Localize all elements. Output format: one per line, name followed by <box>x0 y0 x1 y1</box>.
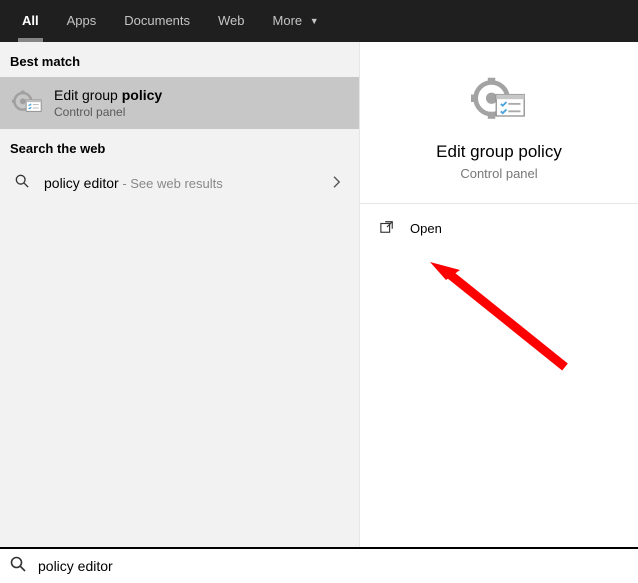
tab-all[interactable]: All <box>8 0 53 42</box>
detail-panel: Edit group policy Control panel Open <box>360 42 638 547</box>
search-web-header: Search the web <box>0 129 359 164</box>
search-bar <box>0 547 638 583</box>
tab-more-label: More <box>273 13 303 28</box>
filter-tabs: All Apps Documents Web More ▼ <box>0 0 638 42</box>
search-icon <box>12 174 32 191</box>
open-icon <box>380 220 396 236</box>
detail-subtitle: Control panel <box>360 166 638 181</box>
best-match-header: Best match <box>0 42 359 77</box>
search-icon <box>10 556 26 577</box>
action-open-label: Open <box>410 221 442 236</box>
detail-title: Edit group policy <box>360 142 638 162</box>
group-policy-icon <box>12 88 42 118</box>
tab-documents[interactable]: Documents <box>110 0 204 42</box>
search-input[interactable] <box>26 558 628 574</box>
tab-web[interactable]: Web <box>204 0 259 42</box>
action-open[interactable]: Open <box>360 204 638 252</box>
tab-more[interactable]: More ▼ <box>259 0 333 42</box>
tab-apps[interactable]: Apps <box>53 0 111 42</box>
chevron-down-icon: ▼ <box>310 0 319 42</box>
result-edit-group-policy[interactable]: Edit group policy Control panel <box>0 77 359 129</box>
result-title: Edit group policy <box>54 87 162 103</box>
result-subtitle: Control panel <box>54 105 162 119</box>
results-panel: Best match <box>0 42 360 547</box>
chevron-right-icon <box>333 175 347 191</box>
result-text: Edit group policy Control panel <box>54 87 162 119</box>
detail-header: Edit group policy Control panel <box>360 42 638 204</box>
group-policy-icon-large <box>471 74 527 130</box>
web-result-policy-editor[interactable]: policy editor - See web results <box>0 164 359 201</box>
web-result-text: policy editor - See web results <box>44 175 333 191</box>
main-content: Best match <box>0 42 638 547</box>
